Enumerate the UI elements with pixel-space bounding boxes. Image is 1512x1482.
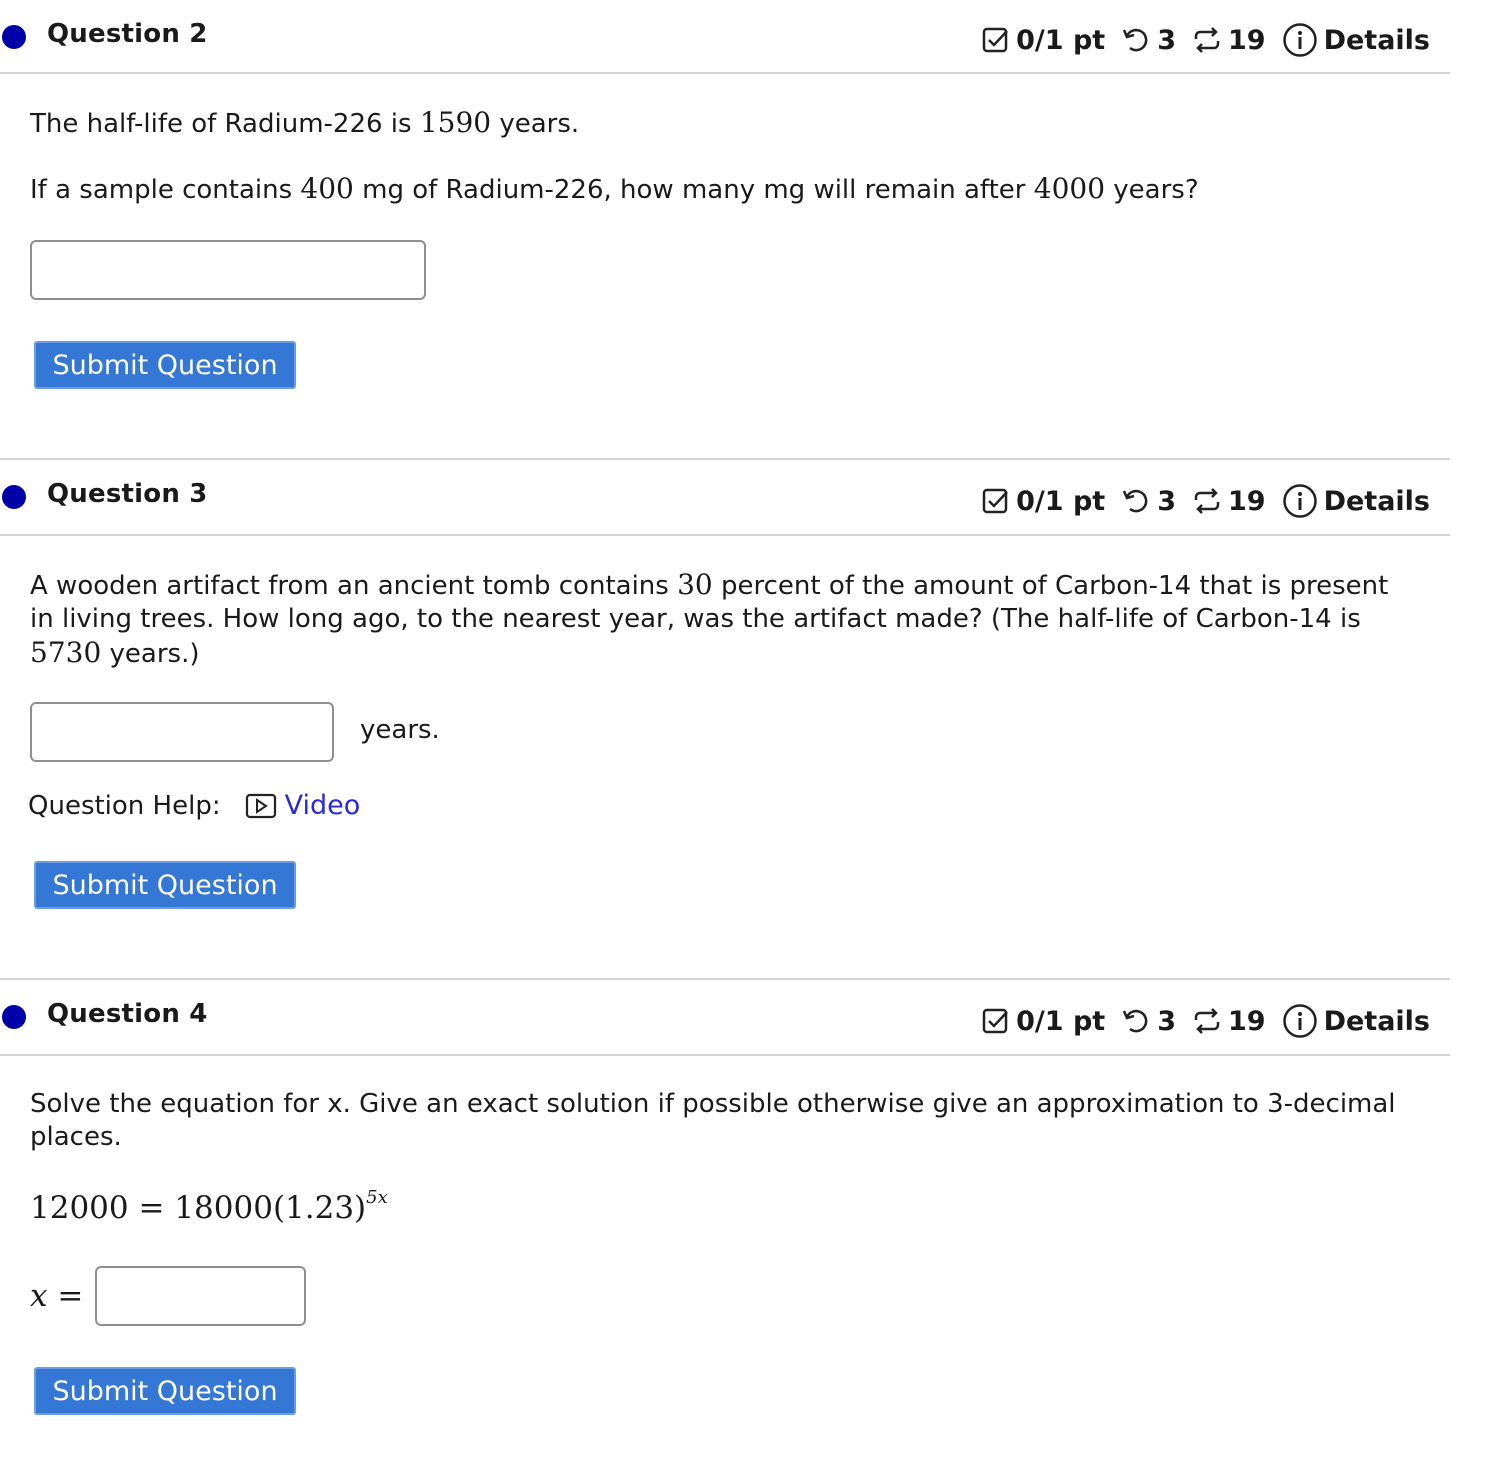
question-status-dot — [2, 25, 26, 49]
submit-question-button[interactable]: Submit Question — [34, 341, 296, 389]
retries-indicator: 3 — [1121, 486, 1176, 517]
repeat-icon — [1192, 26, 1222, 54]
x-answer-input[interactable] — [95, 1266, 306, 1326]
question-meta: 0/1 pt 3 19 Details — [982, 22, 1430, 58]
details-link[interactable]: Details — [1282, 22, 1430, 58]
checkbox-icon — [982, 487, 1010, 515]
info-icon — [1282, 22, 1318, 58]
question-meta: 0/1 pt 3 19 Details — [982, 483, 1430, 519]
video-link[interactable]: Video — [285, 790, 361, 821]
submit-question-button[interactable]: Submit Question — [34, 1367, 296, 1415]
unit-label: years. — [360, 715, 440, 745]
checkbox-icon — [982, 26, 1010, 54]
answer-input[interactable] — [30, 240, 426, 300]
repeat-icon — [1192, 487, 1222, 515]
question-text: Solve the equation for x. Give an exact … — [30, 1089, 1396, 1152]
divider — [0, 534, 1450, 536]
question-title: Question 3 — [47, 479, 208, 509]
checkbox-icon — [982, 1007, 1010, 1035]
question-3-header: Question 3 0/1 pt 3 19 Details — [0, 460, 1450, 534]
score-indicator: 0/1 pt — [982, 486, 1105, 517]
question-2-header: Question 2 0/1 pt 3 19 Details — [0, 0, 1450, 74]
submit-question-button[interactable]: Submit Question — [34, 861, 296, 909]
attempts-indicator: 19 — [1192, 25, 1266, 56]
attempts-indicator: 19 — [1192, 1006, 1266, 1037]
divider — [0, 72, 1450, 74]
video-icon[interactable] — [245, 793, 277, 819]
score-indicator: 0/1 pt — [982, 25, 1105, 56]
divider — [0, 1054, 1450, 1056]
question-text: The half-life of Radium-226 is 1590 year… — [30, 106, 580, 139]
equation: 12000 = 18000(1.23)5x — [30, 1186, 388, 1226]
question-meta: 0/1 pt 3 19 Details — [982, 1003, 1430, 1039]
question-help: Question Help: Video — [28, 790, 360, 821]
question-text: If a sample contains 400 mg of Radium-22… — [30, 172, 1199, 205]
info-icon — [1282, 1003, 1318, 1039]
question-title: Question 4 — [47, 999, 208, 1029]
question-status-dot — [2, 1005, 26, 1029]
retries-indicator: 3 — [1121, 25, 1176, 56]
question-status-dot — [2, 485, 26, 509]
help-label: Question Help: — [28, 790, 221, 821]
undo-icon — [1121, 487, 1151, 515]
question-title: Question 2 — [47, 19, 208, 49]
undo-icon — [1121, 1007, 1151, 1035]
x-equals-label: x = — [30, 1278, 84, 1314]
question-text: A wooden artifact from an ancient tomb c… — [30, 568, 1389, 669]
retries-indicator: 3 — [1121, 1006, 1176, 1037]
info-icon — [1282, 483, 1318, 519]
details-link[interactable]: Details — [1282, 483, 1430, 519]
question-4-header: Question 4 0/1 pt 3 19 Details — [0, 980, 1450, 1054]
answer-input[interactable] — [30, 702, 334, 762]
undo-icon — [1121, 26, 1151, 54]
score-indicator: 0/1 pt — [982, 1006, 1105, 1037]
repeat-icon — [1192, 1007, 1222, 1035]
details-link[interactable]: Details — [1282, 1003, 1430, 1039]
attempts-indicator: 19 — [1192, 486, 1266, 517]
